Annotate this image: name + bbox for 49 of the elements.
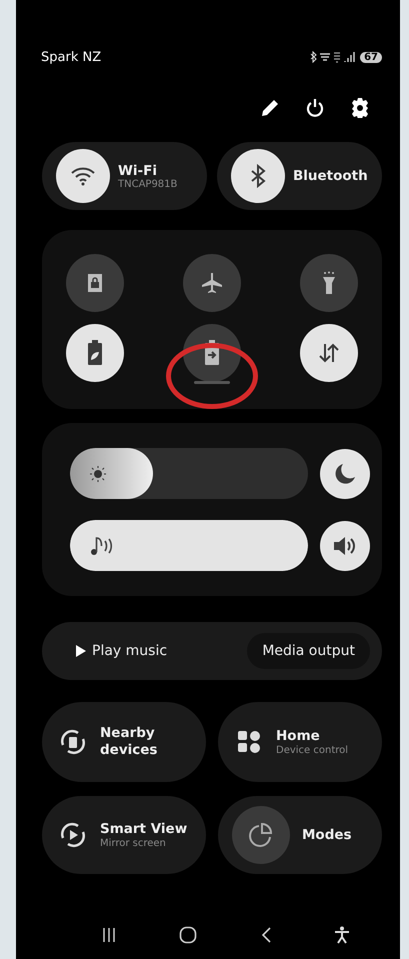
wifi-tile[interactable]: Wi-Fi TNCAP981B [42, 142, 207, 210]
tile-subtitle: Device control [276, 744, 348, 756]
bluetooth-tile[interactable]: Bluetooth [217, 142, 382, 210]
brightness-slider[interactable] [70, 448, 154, 499]
accessibility-icon[interactable] [334, 926, 350, 944]
modes-tile[interactable]: Modes [218, 796, 382, 874]
home-tile[interactable]: Home Device control [218, 702, 382, 782]
home-devices-icon [237, 730, 261, 754]
battery-leaf-icon [87, 340, 103, 366]
flashlight-icon [322, 271, 336, 295]
modes-icon [247, 821, 275, 849]
wifi-icon [70, 166, 96, 186]
nearby-tile[interactable]: Nearby devices [42, 702, 206, 782]
tile-title: Bluetooth [293, 168, 368, 184]
nearby-devices-icon [59, 728, 87, 756]
play-icon [76, 645, 86, 657]
tile-title: Nearby devices [100, 725, 158, 759]
settings-icon[interactable] [350, 98, 370, 118]
smart-view-icon [59, 821, 87, 849]
drag-handle[interactable] [194, 381, 230, 384]
smartview-tile[interactable]: Smart View Mirror screen [42, 796, 206, 874]
status-icons [310, 51, 356, 63]
battery-level: 67 [360, 52, 382, 62]
tile-title: Wi-Fi [118, 162, 158, 178]
media-output-button[interactable]: Media output [247, 633, 370, 669]
tile-subtitle: TNCAP981B [118, 178, 178, 190]
sound-mode-button[interactable] [320, 520, 370, 570]
slider-track[interactable] [70, 448, 308, 499]
edit-icon[interactable] [260, 98, 280, 118]
tile-title: Modes [302, 826, 352, 844]
sun-icon [90, 466, 106, 482]
play-music-button[interactable]: Play music [76, 643, 168, 659]
carrier-name: Spark NZ [41, 50, 102, 64]
power-icon[interactable] [305, 98, 325, 118]
lock-icon [87, 273, 103, 293]
airplane-icon [200, 271, 224, 295]
recent-apps-icon[interactable] [102, 927, 116, 943]
dark-mode-button[interactable] [320, 448, 370, 498]
tile-title: Home [276, 728, 321, 745]
tile-subtitle: Mirror screen [100, 838, 167, 849]
volume-slider[interactable] [70, 520, 308, 571]
toggle-button[interactable] [56, 149, 110, 203]
data-arrows-icon [318, 342, 340, 364]
tile-title: Smart View [100, 821, 188, 838]
back-icon[interactable] [260, 927, 271, 943]
home-icon[interactable] [179, 926, 198, 944]
bluetooth-icon [250, 164, 266, 188]
toggle-button[interactable] [231, 149, 285, 203]
moon-icon [333, 462, 357, 486]
